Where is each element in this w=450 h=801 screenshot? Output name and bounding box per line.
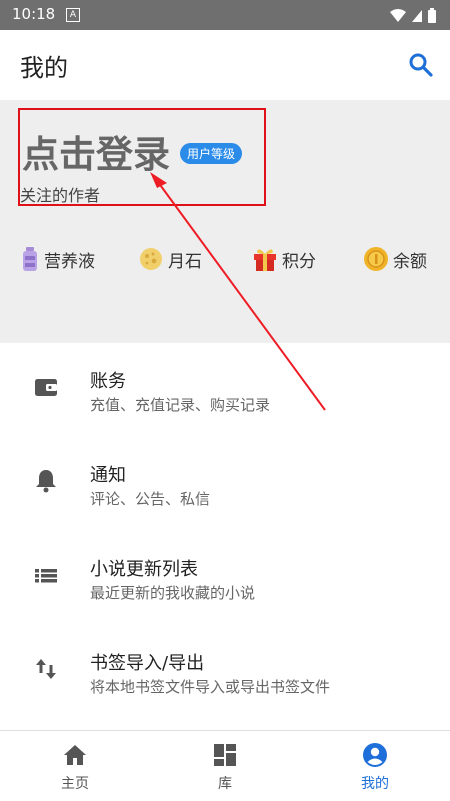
library-icon bbox=[214, 744, 236, 766]
bottle-icon bbox=[23, 247, 37, 271]
stat-moonstone[interactable]: 月石 bbox=[138, 246, 202, 272]
stat-label: 积分 bbox=[282, 251, 316, 272]
nav-mine[interactable]: 我的 bbox=[300, 731, 450, 801]
stat-nutrient[interactable]: 营养液 bbox=[20, 246, 95, 272]
notification-icon: A bbox=[66, 8, 80, 22]
menu-item-title: 小说更新列表 bbox=[90, 559, 198, 580]
nav-label: 库 bbox=[218, 776, 232, 792]
stat-label: 余额 bbox=[393, 251, 427, 272]
menu-item-title: 书签导入/导出 bbox=[90, 653, 205, 674]
menu-item-notifications[interactable]: 通知 评论、公告、私信 bbox=[0, 437, 450, 531]
wallet-icon bbox=[35, 379, 57, 396]
system-icons bbox=[390, 8, 436, 23]
search-icon[interactable] bbox=[408, 52, 434, 78]
menu-item-title: 账务 bbox=[90, 371, 126, 392]
nav-label: 主页 bbox=[61, 776, 89, 792]
coin-icon bbox=[364, 247, 388, 271]
gift-icon bbox=[254, 249, 276, 271]
menu-item-title: 通知 bbox=[90, 465, 126, 486]
app-bar: 我的 bbox=[0, 30, 450, 100]
nav-home[interactable]: 主页 bbox=[0, 731, 150, 801]
import-export-icon bbox=[36, 659, 56, 679]
nav-label: 我的 bbox=[361, 776, 389, 792]
bottom-navigation: 主页 库 我的 bbox=[0, 730, 450, 801]
page-title: 我的 bbox=[20, 54, 68, 82]
home-icon bbox=[64, 745, 86, 765]
status-time: 10:18 bbox=[12, 5, 56, 23]
account-icon bbox=[363, 743, 387, 767]
bell-icon bbox=[36, 470, 56, 493]
menu-item-subtitle: 评论、公告、私信 bbox=[90, 490, 211, 508]
stat-label: 营养液 bbox=[44, 251, 95, 272]
stat-label: 月石 bbox=[168, 251, 202, 272]
menu-item-subtitle: 充值、充值记录、购买记录 bbox=[90, 396, 271, 414]
menu-item-update-list[interactable]: 小说更新列表 最近更新的我收藏的小说 bbox=[0, 531, 450, 625]
highlight-box bbox=[18, 108, 266, 206]
status-bar: 10:18 A bbox=[0, 0, 450, 30]
nav-library[interactable]: 库 bbox=[150, 731, 300, 801]
menu-item-account[interactable]: 账务 充值、充值记录、购买记录 bbox=[0, 343, 450, 437]
list-icon bbox=[35, 569, 57, 583]
stat-balance[interactable]: 余额 bbox=[363, 246, 427, 272]
menu-item-subtitle: 最近更新的我收藏的小说 bbox=[90, 584, 256, 602]
moonstone-icon bbox=[140, 248, 162, 270]
menu-item-bookmark-import-export[interactable]: 书签导入/导出 将本地书签文件导入或导出书签文件 bbox=[0, 625, 450, 719]
menu-item-subtitle: 将本地书签文件导入或导出书签文件 bbox=[90, 678, 331, 696]
profile-header: 点击登录 用户等级 关注的作者 营养液 月石 积分 余额 bbox=[0, 100, 450, 343]
stat-points[interactable]: 积分 bbox=[252, 246, 316, 272]
